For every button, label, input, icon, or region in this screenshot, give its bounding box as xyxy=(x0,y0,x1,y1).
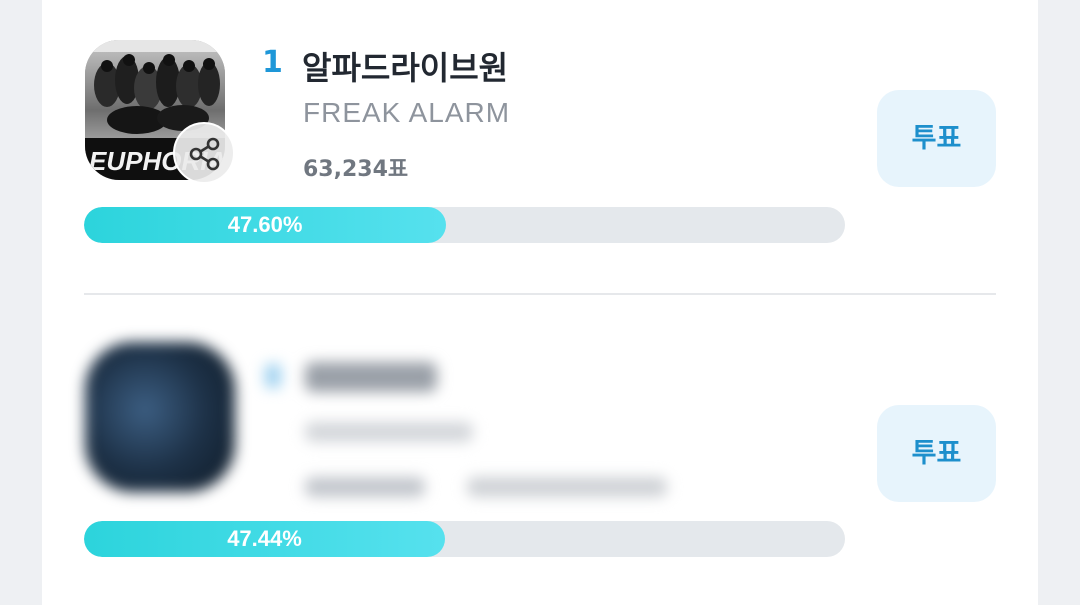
vote-progress-bar: 47.60% xyxy=(84,207,845,243)
vote-button[interactable]: 투표 xyxy=(877,405,996,502)
progress-percent-label: 47.60% xyxy=(227,212,303,237)
share-icon xyxy=(189,137,220,171)
entry-divider xyxy=(84,293,996,295)
blurred-entry-content xyxy=(62,310,768,514)
artist-name xyxy=(305,362,437,392)
entry-meta xyxy=(467,477,667,497)
artist-name: 알파드라이브원 xyxy=(302,49,509,87)
rank-number xyxy=(265,364,281,388)
progress-percent-label: 47.44% xyxy=(227,526,302,551)
album-cover xyxy=(85,342,235,492)
vote-count xyxy=(305,477,425,497)
vote-progress-bar: 47.44% xyxy=(84,521,845,557)
vote-ranking-card: EUPHORIA 1 알파드라이브원 FREAK ALARM 63,234표 투… xyxy=(42,0,1038,605)
vote-button[interactable]: 투표 xyxy=(877,90,996,187)
share-button[interactable] xyxy=(173,122,235,184)
vote-count: 63,234표 xyxy=(303,157,409,182)
song-title xyxy=(305,422,473,442)
rank-number: 1 xyxy=(262,45,283,80)
song-title: FREAK ALARM xyxy=(303,97,511,128)
